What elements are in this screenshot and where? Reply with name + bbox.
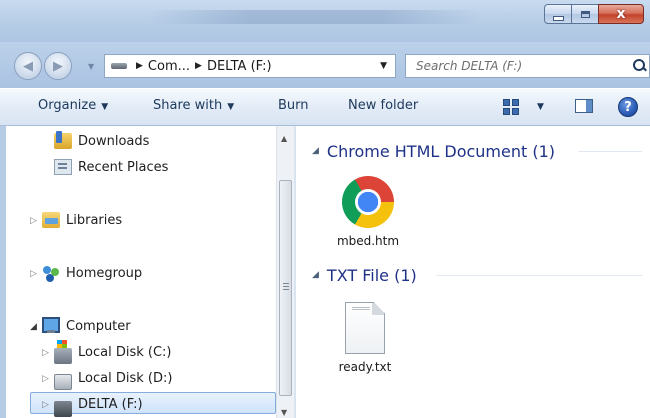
title-bar: x (0, 0, 650, 42)
homegroup-icon (42, 265, 60, 281)
expand-chevron-icon[interactable]: ▷ (30, 216, 37, 226)
title-bar-blur (150, 10, 480, 24)
search-input[interactable] (406, 58, 618, 74)
maximize-icon (580, 10, 590, 18)
navigation-bar: ◀ ▶ ▼ ▶ Com... ▶ DELTA (F:) ▼ ⇄ (0, 42, 650, 88)
nav-item-label: Downloads (78, 133, 150, 149)
drive-icon (111, 63, 127, 69)
breadcrumb-computer[interactable]: Com... (148, 59, 190, 74)
nav-item-label: DELTA (F:) (78, 396, 143, 412)
removable-drive-icon (54, 401, 72, 417)
expand-chevron-icon[interactable]: ▷ (42, 348, 49, 358)
maximize-button[interactable] (571, 4, 599, 24)
help-icon[interactable]: ? (618, 97, 638, 117)
change-view-icon[interactable] (503, 99, 519, 115)
libraries-icon (42, 212, 60, 228)
nav-item-label: Recent Places (78, 159, 169, 175)
view-options-dropdown[interactable]: ▼ (537, 102, 544, 112)
close-button[interactable]: x (598, 4, 644, 24)
file-name: mbed.htm (336, 234, 400, 248)
recent-pages-dropdown[interactable]: ▼ (88, 62, 94, 71)
nav-item-label: Libraries (66, 212, 123, 228)
downloads-icon (54, 131, 72, 149)
file-item-ready-txt[interactable]: ready.txt (325, 302, 405, 374)
nav-item-computer[interactable]: Computer (42, 315, 131, 337)
group-divider-line (436, 275, 642, 276)
nav-item-delta-drive[interactable]: DELTA (F:) (54, 393, 143, 417)
preview-pane-icon[interactable] (575, 99, 593, 113)
nav-item-label: Local Disk (D:) (78, 370, 173, 386)
burn-button[interactable]: Burn (278, 98, 309, 113)
group-title: Chrome HTML Document (1) (326, 141, 556, 161)
file-item-mbed-htm[interactable]: mbed.htm (328, 176, 408, 248)
new-folder-button[interactable]: New folder (348, 98, 418, 113)
minimize-button[interactable] (544, 4, 572, 24)
search-icon[interactable] (633, 59, 647, 73)
nav-item-downloads[interactable]: Downloads (54, 130, 149, 152)
address-bar[interactable]: ▶ Com... ▶ DELTA (F:) ▼ (104, 54, 396, 78)
scroll-up-arrow-icon[interactable]: ▲ (281, 134, 287, 143)
command-bar: Organize ▼ Share with ▼ Burn New folder ▼ … (0, 88, 650, 126)
nav-item-label: Homegroup (66, 265, 143, 281)
nav-item-libraries[interactable]: Libraries (42, 209, 122, 231)
organize-label: Organize (38, 98, 97, 113)
local-disk-icon (54, 374, 72, 390)
pane-edge (0, 126, 6, 418)
breadcrumb-chevron-icon[interactable]: ▶ (136, 61, 143, 71)
computer-icon (42, 317, 60, 333)
nav-item-local-disk-c[interactable]: Local Disk (C:) (54, 340, 172, 364)
search-box[interactable] (405, 54, 650, 78)
file-name: ready.txt (338, 360, 392, 374)
scrollbar-thumb[interactable] (279, 180, 292, 396)
collapse-triangle-icon: ◢ (312, 270, 319, 280)
chevron-down-icon: ▼ (101, 102, 109, 112)
collapse-triangle-icon: ◢ (312, 146, 319, 156)
share-with-label: Share with (153, 98, 223, 113)
text-file-icon (345, 302, 385, 354)
share-with-button[interactable]: Share with ▼ (153, 98, 234, 113)
group-header-txt-file[interactable]: ◢ TXT File (1) (312, 263, 417, 287)
nav-item-label: Computer (66, 318, 131, 334)
close-icon: x (616, 6, 626, 22)
arrow-left-icon: ◀ (23, 58, 33, 74)
minimize-icon (552, 15, 564, 21)
nav-item-homegroup[interactable]: Homegroup (42, 262, 142, 284)
chrome-icon (342, 176, 394, 228)
back-button[interactable]: ◀ (14, 52, 42, 80)
window-controls: x (544, 4, 644, 26)
recent-places-icon (54, 159, 72, 175)
expand-chevron-icon[interactable]: ▷ (30, 269, 37, 279)
address-history-dropdown[interactable]: ▼ (380, 61, 387, 71)
group-divider-line (578, 151, 642, 152)
organize-button[interactable]: Organize ▼ (38, 98, 108, 113)
group-header-chrome-html[interactable]: ◢ Chrome HTML Document (1) (312, 139, 555, 163)
expand-chevron-icon[interactable]: ▷ (42, 400, 49, 410)
expand-chevron-icon[interactable]: ▷ (42, 374, 49, 384)
nav-item-local-disk-d[interactable]: Local Disk (D:) (54, 367, 173, 390)
nav-item-recent-places[interactable]: Recent Places (54, 156, 168, 178)
forward-button[interactable]: ▶ (44, 52, 72, 80)
collapse-chevron-icon[interactable]: ◢ (30, 322, 37, 332)
file-list-pane: ◢ Chrome HTML Document (1) mbed.htm ◢ TX… (296, 126, 650, 418)
breadcrumb-delta-drive[interactable]: DELTA (F:) (207, 59, 272, 74)
chevron-down-icon: ▼ (227, 102, 235, 112)
arrow-right-icon: ▶ (53, 58, 63, 74)
breadcrumb-chevron-icon[interactable]: ▶ (195, 61, 202, 71)
scroll-down-arrow-icon[interactable]: ▼ (281, 408, 287, 417)
local-disk-icon (54, 340, 72, 364)
navigation-pane-scrollbar[interactable]: ▲ ▼ (276, 126, 294, 418)
group-title: TXT File (1) (326, 265, 417, 285)
nav-item-label: Local Disk (C:) (78, 344, 172, 360)
navigation-pane: Downloads Recent Places ▷ Libraries ▷ Ho… (0, 126, 296, 418)
grip-icon (283, 283, 289, 284)
